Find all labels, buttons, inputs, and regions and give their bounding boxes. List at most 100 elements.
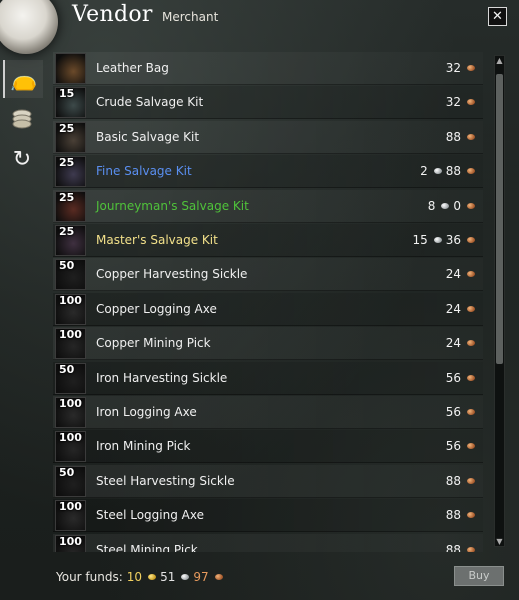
list-item[interactable]: 50 Iron Harvesting Sickle 56 [53,361,483,395]
list-item[interactable]: 100 Iron Logging Axe 56 [53,396,483,429]
list-item[interactable]: Leather Bag 32 [53,52,483,85]
item-icon: 100 [55,397,86,428]
copper-coin-icon [467,202,475,209]
item-name: Iron Harvesting Sickle [96,370,228,385]
window-title: Vendor [72,2,153,27]
buy-button[interactable]: Buy [454,566,504,586]
funds-display: Your funds: 10 51 97 [56,570,223,584]
item-price: 56 [446,405,475,419]
item-name: Leather Bag [96,61,169,75]
item-icon: 25 [55,121,86,153]
price-silver: 15 [412,233,428,247]
tab-vendor-items[interactable]: 👝 [3,60,43,98]
price-silver: 8 [427,198,436,213]
item-art [56,54,85,83]
item-name: Iron Mining Pick [96,439,191,454]
buyback-icon: ↻ [12,146,32,172]
silver-coin-icon [433,168,442,175]
coins-icon [12,109,32,129]
item-quantity: 100 [59,328,82,342]
item-icon: 100 [55,328,86,360]
list-item[interactable]: 50 Steel Harvesting Sickle 88 [53,464,483,498]
list-item[interactable]: 100 Iron Mining Pick 56 [53,430,483,464]
list-item[interactable]: 25 Master's Salvage Kit 15 36 [53,224,483,257]
item-name: Journeyman's Salvage Kit [96,198,249,213]
item-icon: 100 [55,293,86,325]
item-name: Steel Logging Axe [96,508,204,523]
item-price: 56 [446,371,475,385]
price-copper: 88 [445,508,461,523]
vendor-window: Vendor Merchant ✕ 👝 ↻ Leather Bag 32 15 Cru… [0,0,519,600]
copper-coin-icon [467,409,475,415]
vendor-sidebar: 👝 ↻ [0,52,44,600]
price-copper: 32 [445,61,461,75]
item-price: 56 [446,439,475,453]
list-item[interactable]: 15 Crude Salvage Kit 32 [53,86,483,120]
bag-icon: 👝 [10,66,38,92]
item-icon: 25 [55,225,86,256]
copper-coin-icon [467,546,475,552]
close-button[interactable]: ✕ [488,7,507,26]
item-icon: 100 [55,431,86,463]
silver-coin-icon [433,237,442,243]
item-icon: 50 [55,259,86,291]
copper-coin-icon [467,340,475,347]
list-item[interactable]: 25 Basic Salvage Kit 88 [53,120,483,154]
list-item[interactable]: 100 Copper Mining Pick 24 [53,327,483,361]
item-icon: 25 [55,190,86,222]
price-copper: 0 [453,198,461,213]
scroll-down-icon[interactable]: ▼ [495,537,504,546]
scroll-thumb[interactable] [496,74,503,364]
item-name: Steel Harvesting Sickle [96,473,235,488]
funds-gold: 10 [126,570,143,584]
vendor-item-list: Leather Bag 32 15 Crude Salvage Kit 32 25 Basi… [53,52,483,552]
item-price: 24 [446,302,475,316]
price-silver: 2 [420,164,428,179]
copper-coin-icon [467,168,475,175]
scroll-up-icon[interactable]: ▲ [495,56,504,65]
item-icon [55,53,86,84]
list-item[interactable]: 100 Copper Logging Axe 24 [53,292,483,326]
item-quantity: 100 [59,500,82,514]
scrollbar[interactable]: ▲ ▼ [494,55,505,547]
price-copper: 24 [445,267,461,282]
list-item[interactable]: 100 Steel Logging Axe 88 [53,499,483,533]
item-quantity: 15 [59,87,75,101]
item-icon: 25 [55,156,86,188]
copper-coin-icon [467,512,475,519]
item-name: Copper Logging Axe [96,301,217,316]
vendor-emblem-icon [0,0,58,54]
item-price: 32 [446,61,475,75]
item-name: Copper Mining Pick [96,336,211,351]
silver-coin-icon [441,202,450,209]
copper-coin-icon [467,477,475,484]
item-quantity: 25 [59,121,75,135]
item-quantity: 50 [59,465,75,479]
price-copper: 36 [445,233,461,247]
item-quantity: 100 [59,431,82,445]
item-name: Iron Logging Axe [96,405,197,419]
price-copper: 88 [445,542,461,552]
item-quantity: 50 [59,259,75,273]
item-icon: 100 [55,534,86,552]
list-item[interactable]: 25 Fine Salvage Kit 2 88 [53,155,483,189]
tab-currency[interactable] [3,100,41,138]
price-copper: 88 [445,164,461,179]
list-item[interactable]: 50 Copper Harvesting Sickle 24 [53,258,483,292]
tab-buyback[interactable]: ↻ [3,140,41,178]
copper-coin-icon [467,65,475,71]
price-copper: 56 [445,370,461,385]
item-price: 32 [446,95,475,109]
list-item[interactable]: 25 Journeyman's Salvage Kit 8 0 [53,189,483,223]
funds-copper: 97 [193,570,209,584]
item-price: 88 [446,508,475,522]
item-icon: 15 [55,87,86,119]
price-copper: 32 [445,95,461,110]
item-icon: 50 [55,362,86,394]
item-name: Fine Salvage Kit [96,164,192,179]
price-copper: 88 [445,129,461,144]
item-price: 2 88 [420,164,475,178]
list-item[interactable]: 100 Steel Mining Pick 88 [53,533,483,552]
item-price: 24 [446,267,475,281]
copper-coin-icon [467,271,475,278]
